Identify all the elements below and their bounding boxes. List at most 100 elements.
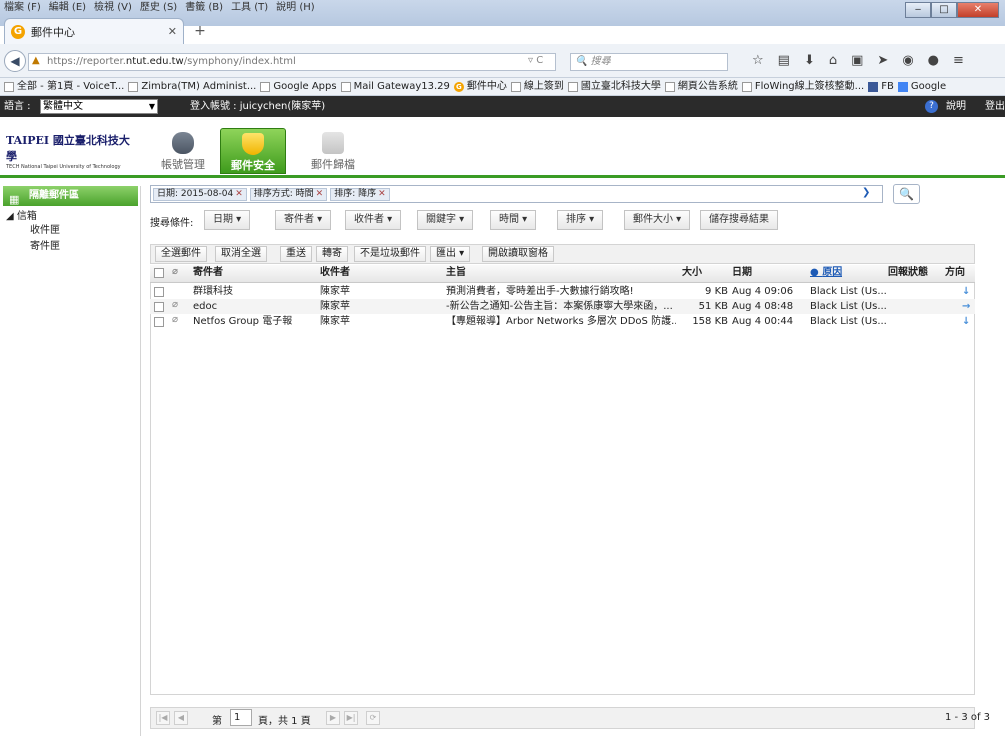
row-checkbox[interactable] [154,302,164,312]
table-row[interactable]: 群環科技 陳家苹 預測消費者，零時差出手-大數據行銷攻略! 9 KB Aug 4… [150,284,975,299]
download-icon[interactable]: ⬇ [804,53,815,68]
reading-pane-button[interactable]: 開啟讀取窗格 [482,246,554,262]
table-row[interactable]: ⌀ Netfos Group 電子報 陳家苹 【專題報導】Arbor Netwo… [150,314,975,329]
language-label: 語言 : [4,101,31,112]
bookmark-item[interactable]: Zimbra(TM) Administ... [128,78,256,95]
column-sender[interactable]: 寄件者 [193,265,223,281]
tab-account-management[interactable]: 帳號管理 [150,128,216,174]
minimize-button[interactable]: ‒ [905,2,931,18]
sidebar-root-mailbox[interactable]: ◢ 信箱 [6,207,37,222]
date-condition-button[interactable]: 日期 ▾ [204,210,251,230]
tab-mail-security[interactable]: 郵件安全 [220,128,286,174]
chevron-down-icon: ▼ [148,102,155,111]
hamburger-menu-icon[interactable]: ≡ [953,53,964,68]
sidebar-item-sent[interactable]: 寄件匣 [30,237,60,252]
resend-button[interactable]: 重送 [280,246,312,262]
last-page-button[interactable]: ▶| [344,711,358,725]
bookmark-item[interactable]: 網頁公告系統 [664,78,738,95]
filter-input[interactable]: 日期: 2015-08-04 ✕ 排序方式: 時間 ✕ 排序: 降序 ✕ [150,185,883,203]
bookmark-item[interactable]: G 郵件中心 [453,78,507,95]
table-header: ⌀ 寄件者 收件者 主旨 大小 日期 ● 原因 回報狀態 方向 [150,265,975,283]
search-button[interactable]: 🔍 [893,184,920,204]
bookmark-item[interactable]: Google Apps [260,78,337,95]
sender-condition-button[interactable]: 寄件者 ▾ [275,210,332,230]
browser-tab[interactable]: G 郵件中心 ✕ [4,18,184,44]
row-checkbox[interactable] [154,317,164,327]
time-condition-button[interactable]: 時間 ▾ [490,210,537,230]
column-size[interactable]: 大小 [682,265,702,281]
new-tab-button[interactable]: + [190,22,210,40]
chevron-down-icon[interactable]: ❯ [862,187,878,201]
column-recipient[interactable]: 收件者 [320,265,350,281]
warning-icon[interactable]: ▲ [32,55,40,66]
forward-button[interactable]: 轉寄 [316,246,348,262]
browser-search-input[interactable]: 🔍 搜尋 [570,53,728,71]
column-reason[interactable]: ● 原因 [810,265,842,281]
not-spam-button[interactable]: 不是垃圾郵件 [354,246,426,262]
header-checkbox[interactable] [154,268,164,278]
bookmark-item[interactable]: 國立臺北科技大學 [567,78,661,95]
bookmark-item[interactable]: FloWing線上簽核整動... [741,78,864,95]
addon-icon[interactable]: ◉ [902,53,913,68]
filter-chip[interactable]: 排序方式: 時間 ✕ [249,187,328,201]
column-direction[interactable]: 方向 [945,265,965,281]
close-tab-icon[interactable]: ✕ [168,25,177,38]
keyword-condition-button[interactable]: 關鍵字 ▾ [417,210,474,230]
bookmark-item[interactable]: Google [897,78,946,95]
pocket-icon[interactable]: ▣ [851,53,863,68]
tab-mail-archive[interactable]: 郵件歸檔 [300,128,366,174]
table-row[interactable]: ⌀ edoc 陳家苹 -新公告之通知-公告主旨：本案係康寧大學來函，... 51… [150,299,975,314]
back-button[interactable]: ◀ [4,50,26,72]
row-subject: 預測消費者，零時差出手-大數據行銷攻略! [446,286,634,297]
close-window-button[interactable]: ✕ [957,2,999,18]
select-all-button[interactable]: 全選郵件 [155,246,207,262]
reload-icon[interactable]: ▿ C [528,55,543,66]
menu-history[interactable]: 歷史 (S) [140,0,177,16]
menu-file[interactable]: 檔案 (F) [4,0,41,16]
menu-help[interactable]: 說明 (H) [276,0,315,16]
bookmark-item[interactable]: FB [868,78,894,95]
archive-icon [322,132,344,154]
filter-chip[interactable]: 日期: 2015-08-04 ✕ [153,187,247,201]
prev-page-button[interactable]: ◀ [174,711,188,725]
bookmark-item[interactable]: 全部 - 第1頁 - VoiceT... [4,78,124,95]
menu-edit[interactable]: 編輯 (E) [49,0,86,16]
tab-label: 郵件安全 [231,159,275,172]
row-checkbox[interactable] [154,287,164,297]
menu-tools[interactable]: 工具 (T) [231,0,268,16]
menu-view[interactable]: 檢視 (V) [94,0,132,16]
column-subject[interactable]: 主旨 [446,265,466,281]
menu-bookmarks[interactable]: 書籤 (B) [185,0,223,16]
filter-chip[interactable]: 排序: 降序 ✕ [330,187,390,201]
remove-filter-icon[interactable]: ✕ [235,189,243,199]
deselect-all-button[interactable]: 取消全選 [215,246,267,262]
column-report-status[interactable]: 回報狀態 [888,265,928,281]
page-number-input[interactable]: 1 [230,709,252,726]
refresh-icon[interactable]: ⟳ [366,711,380,725]
bookmark-item[interactable]: Mail Gateway13.29 [340,78,450,95]
home-icon[interactable]: ⌂ [829,53,837,68]
export-button[interactable]: 匯出 ▾ [430,246,471,262]
star-icon[interactable]: ☆ [752,53,764,68]
first-page-button[interactable]: |◀ [156,711,170,725]
send-icon[interactable]: ➤ [877,53,888,68]
help-link[interactable]: 說明 [946,96,966,117]
maximize-button[interactable]: □ [931,2,957,18]
save-search-button[interactable]: 儲存搜尋結果 [700,210,778,230]
url-bar[interactable]: https://reporter.ntut.edu.tw/symphony/in… [28,53,556,71]
logout-link[interactable]: 登出 [985,96,1005,117]
language-select[interactable]: 繁體中文 ▼ [40,99,158,114]
size-condition-button[interactable]: 郵件大小 ▾ [624,210,691,230]
chat-icon[interactable]: ● [928,53,939,68]
bookmark-item[interactable]: 線上簽到 [510,78,564,95]
sort-condition-button[interactable]: 排序 ▾ [557,210,604,230]
remove-filter-icon[interactable]: ✕ [316,189,324,199]
reading-list-icon[interactable]: ▤ [778,53,790,68]
sidebar-item-inbox[interactable]: 收件匣 [30,221,60,236]
recipient-condition-button[interactable]: 收件者 ▾ [345,210,402,230]
column-date[interactable]: 日期 [732,265,752,281]
remove-filter-icon[interactable]: ✕ [378,189,386,199]
next-page-button[interactable]: ▶ [326,711,340,725]
help-icon[interactable]: ? [925,100,938,113]
search-icon: 🔍 [899,187,914,201]
